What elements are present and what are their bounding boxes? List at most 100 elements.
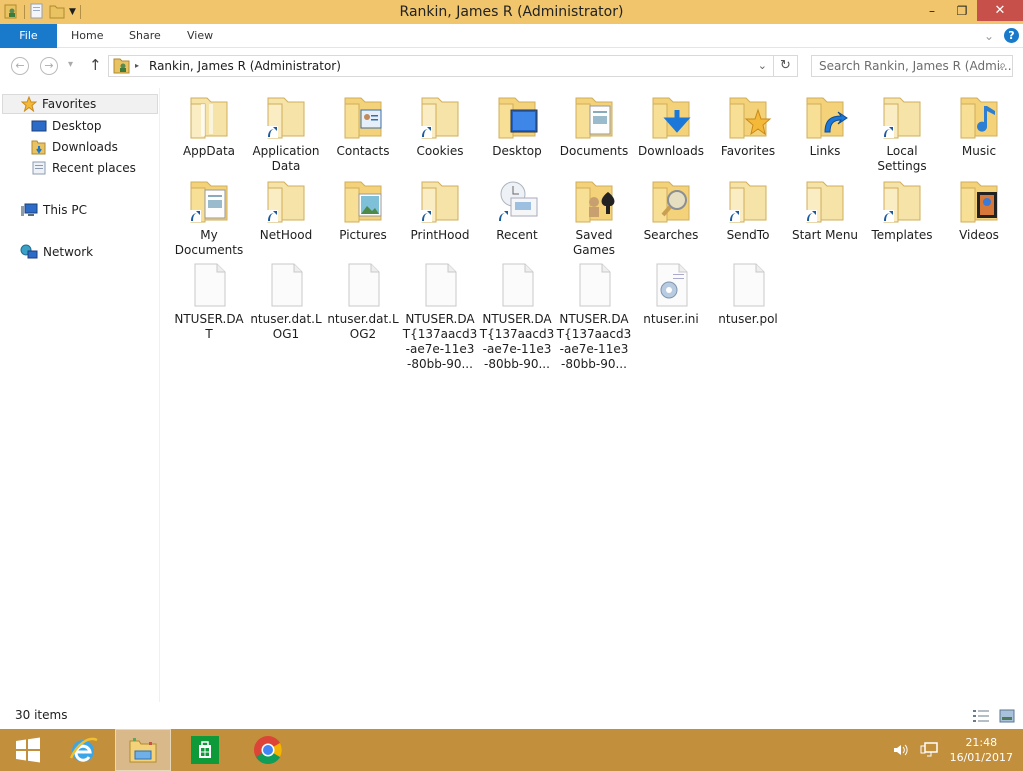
folder-item[interactable]: Cookies <box>401 92 479 159</box>
restore-icon: ❐ <box>956 3 968 18</box>
forward-arrow-icon: → <box>44 59 54 72</box>
item-label: Links <box>809 144 841 158</box>
music-folder-icon <box>955 92 1003 142</box>
tab-share[interactable]: Share <box>129 24 161 48</box>
search-icon[interactable]: ⌕ <box>999 58 1006 73</box>
folder-item[interactable]: Documents <box>555 92 633 159</box>
folder-item[interactable]: NetHood <box>247 176 325 243</box>
folder-item[interactable]: AppData <box>170 92 248 159</box>
address-bar[interactable]: ▸ Rankin, James R (Administrator) ⌄ ↻ <box>108 55 798 77</box>
recent-places-icon <box>32 161 46 175</box>
file-item[interactable]: ntuser.pol <box>709 260 787 327</box>
item-label: PrintHood <box>410 228 470 242</box>
address-dropdown-icon[interactable]: ⌄ <box>758 59 767 72</box>
folder-item[interactable]: Application Data <box>247 92 325 174</box>
sidebar-item-desktop[interactable]: Desktop <box>31 116 102 136</box>
folder-item[interactable]: SendTo <box>709 176 787 243</box>
folder-icon <box>262 176 310 226</box>
recent-locations-dropdown[interactable]: ▾ <box>68 59 73 70</box>
item-label: Documents <box>559 144 629 158</box>
item-label: NTUSER.DA T{137aacd3 -ae7e-11e3 -80bb-90… <box>402 312 478 371</box>
tab-home[interactable]: Home <box>71 24 103 48</box>
chrome-icon <box>254 736 282 764</box>
file-item[interactable]: NTUSER.DA T{137aacd3 -ae7e-11e3 -80bb-90… <box>555 260 633 372</box>
navigation-pane: Favorites Desktop Downloads Recent place… <box>0 88 160 702</box>
help-icon[interactable]: ? <box>1004 28 1019 43</box>
back-button[interactable]: ← <box>11 57 29 75</box>
folder-icon <box>185 92 233 142</box>
folder-item[interactable]: My Documents <box>170 176 248 258</box>
folder-item[interactable]: Pictures <box>324 176 402 243</box>
folder-item[interactable]: Templates <box>863 176 941 243</box>
sidebar-item-label: This PC <box>43 203 87 217</box>
file-item[interactable]: NTUSER.DA T <box>170 260 248 342</box>
breadcrumb-chevron-icon[interactable]: ▸ <box>135 61 139 70</box>
taskbar-internet-explorer[interactable] <box>55 729 111 771</box>
file-icon <box>724 260 772 310</box>
restore-button[interactable]: ❐ <box>947 0 977 21</box>
item-label: ntuser.ini <box>643 312 699 326</box>
folder-item[interactable]: Saved Games <box>555 176 633 258</box>
folder-item[interactable]: Downloads <box>632 92 710 159</box>
sidebar-item-network[interactable]: Network <box>20 242 93 262</box>
folder-item[interactable]: Music <box>940 92 1018 159</box>
sidebar-item-favorites[interactable]: Favorites <box>2 94 158 114</box>
minimize-icon: – <box>929 3 935 18</box>
item-label: Pictures <box>339 228 387 242</box>
start-button[interactable] <box>0 729 56 771</box>
folder-item[interactable]: Contacts <box>324 92 402 159</box>
file-item[interactable]: ntuser.ini <box>632 260 710 327</box>
file-item[interactable]: ntuser.dat.L OG1 <box>247 260 325 342</box>
documents-folder-icon <box>185 176 233 226</box>
sidebar-item-label: Desktop <box>52 119 102 133</box>
forward-button[interactable]: → <box>40 57 58 75</box>
details-view-icon[interactable] <box>973 709 989 723</box>
folder-icon <box>801 176 849 226</box>
tab-file[interactable]: File <box>0 24 57 48</box>
folder-item[interactable]: Favorites <box>709 92 787 159</box>
sidebar-item-downloads[interactable]: Downloads <box>31 137 118 157</box>
taskbar-file-explorer[interactable] <box>115 729 171 771</box>
sidebar-item-recent-places[interactable]: Recent places <box>31 158 136 178</box>
network-status-icon[interactable] <box>920 741 938 759</box>
folder-item[interactable]: PrintHood <box>401 176 479 243</box>
file-item[interactable]: NTUSER.DA T{137aacd3 -ae7e-11e3 -80bb-90… <box>478 260 556 372</box>
internet-explorer-icon <box>69 737 98 762</box>
item-label: Contacts <box>336 144 390 158</box>
file-item[interactable]: NTUSER.DA T{137aacd3 -ae7e-11e3 -80bb-90… <box>401 260 479 372</box>
large-icons-view-icon[interactable] <box>999 709 1015 723</box>
volume-icon[interactable] <box>892 742 908 758</box>
user-folder-icon <box>113 58 130 74</box>
tab-view[interactable]: View <box>187 24 213 48</box>
taskbar-chrome[interactable] <box>240 729 296 771</box>
file-icon <box>339 260 387 310</box>
minimize-button[interactable]: – <box>917 0 947 21</box>
clock[interactable]: 21:48 16/01/2017 <box>950 735 1013 765</box>
refresh-button[interactable]: ↻ <box>773 56 797 76</box>
folder-item[interactable]: Searches <box>632 176 710 243</box>
searches-folder-icon <box>647 176 695 226</box>
folder-item[interactable]: Local Settings <box>863 92 941 174</box>
taskbar-store[interactable] <box>177 729 233 771</box>
breadcrumb-current[interactable]: Rankin, James R (Administrator) <box>149 59 341 73</box>
file-item[interactable]: ntuser.dat.L OG2 <box>324 260 402 342</box>
pictures-folder-icon <box>339 176 387 226</box>
taskbar: 21:48 16/01/2017 <box>0 729 1023 771</box>
folder-item[interactable]: Start Menu <box>786 176 864 243</box>
sidebar-item-this-pc[interactable]: This PC <box>20 200 87 220</box>
up-button[interactable]: ↑ <box>89 56 102 74</box>
navigation-bar: ← → ▾ ↑ ▸ Rankin, James R (Administrator… <box>0 50 1023 82</box>
file-icon <box>570 260 618 310</box>
folder-item[interactable]: Videos <box>940 176 1018 243</box>
item-label: NetHood <box>259 228 313 242</box>
item-label: Start Menu <box>791 228 859 242</box>
search-input[interactable]: Search Rankin, James R (Admi... ⌕ <box>811 55 1013 77</box>
item-label: Favorites <box>720 144 776 158</box>
folder-item[interactable]: Desktop <box>478 92 556 159</box>
expand-ribbon-icon[interactable]: ⌄ <box>984 29 994 43</box>
folder-item[interactable]: Links <box>786 92 864 159</box>
folder-item[interactable]: Recent <box>478 176 556 243</box>
close-button[interactable]: ✕ <box>977 0 1023 21</box>
desktop-icon <box>31 120 47 132</box>
title-bar: ▼ Rankin, James R (Administrator) – ❐ ✕ <box>0 0 1023 24</box>
